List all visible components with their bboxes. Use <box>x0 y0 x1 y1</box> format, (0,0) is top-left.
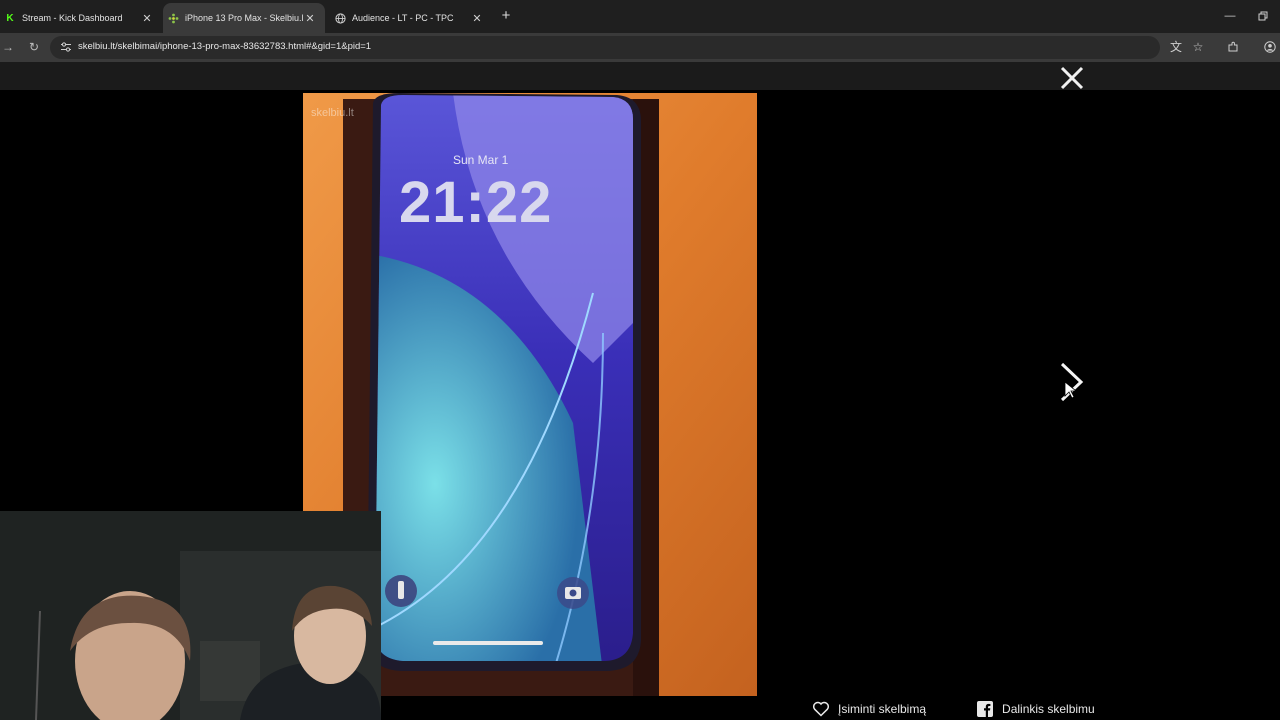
lockscreen-date: Sun Mar 1 <box>453 153 509 167</box>
restore-icon[interactable] <box>1255 8 1271 24</box>
bookmark-star-icon[interactable]: ☆ <box>1190 39 1206 55</box>
page-header-strip <box>0 62 1280 90</box>
share-listing-button[interactable]: Dalinkis skelbimu <box>976 700 1095 718</box>
forward-arrow-icon[interactable]: → <box>0 39 16 55</box>
streamer-webcam-overlay <box>0 511 381 720</box>
new-tab-button[interactable]: + <box>497 7 515 25</box>
webcam-image <box>0 511 381 720</box>
tab-close-icon[interactable]: ✕ <box>470 12 484 25</box>
tab-close-icon[interactable]: ✕ <box>140 12 154 25</box>
kick-logo-icon: K <box>6 12 14 24</box>
share-listing-label: Dalinkis skelbimu <box>1002 702 1095 716</box>
tab-title: iPhone 13 Pro Max - Skelbiu.lt <box>185 13 303 23</box>
translate-icon[interactable]: 文 <box>1168 39 1184 55</box>
browser-tab-strip: K Stream - Kick Dashboard ✕ iPhone 13 Pr… <box>0 0 1280 33</box>
tab-skelbiu-iphone[interactable]: iPhone 13 Pro Max - Skelbiu.lt ✕ <box>163 3 325 33</box>
skelbiu-logo-icon <box>167 12 179 24</box>
minimize-icon[interactable]: — <box>1222 8 1238 24</box>
site-settings-icon[interactable] <box>60 41 72 53</box>
save-listing-button[interactable]: Įsiminti skelbimą <box>812 700 926 718</box>
skelbiu-watermark: skelbiu.lt <box>311 107 354 119</box>
lockscreen-time: 21:22 <box>399 170 553 235</box>
url-text: skelbiu.lt/skelbimai/iphone-13-pro-max-8… <box>78 41 372 52</box>
address-bar[interactable]: skelbiu.lt/skelbimai/iphone-13-pro-max-8… <box>50 36 1160 59</box>
address-toolbar: → ↻ skelbiu.lt/skelbimai/iphone-13-pro-m… <box>0 33 1280 62</box>
tab-audience[interactable]: Audience - LT - PC - TPC ✕ <box>330 3 492 33</box>
facebook-icon <box>977 701 994 717</box>
save-listing-label: Įsiminti skelbimą <box>838 702 927 716</box>
tab-kick-dashboard[interactable]: K Stream - Kick Dashboard ✕ <box>0 3 162 33</box>
tab-title: Audience - LT - PC - TPC <box>352 13 454 23</box>
tab-title: Stream - Kick Dashboard <box>22 13 123 23</box>
heart-icon <box>812 701 830 717</box>
reload-icon[interactable]: ↻ <box>26 39 42 55</box>
tab-close-icon[interactable]: ✕ <box>303 12 317 25</box>
chevron-right-icon[interactable] <box>1055 360 1087 404</box>
gallery-footer: Įsiminti skelbimą Dalinkis skelbimu <box>760 698 1095 720</box>
profile-avatar-icon[interactable] <box>1262 39 1278 55</box>
globe-icon <box>334 12 346 24</box>
close-icon[interactable] <box>1058 64 1086 92</box>
extensions-icon[interactable] <box>1225 39 1241 55</box>
